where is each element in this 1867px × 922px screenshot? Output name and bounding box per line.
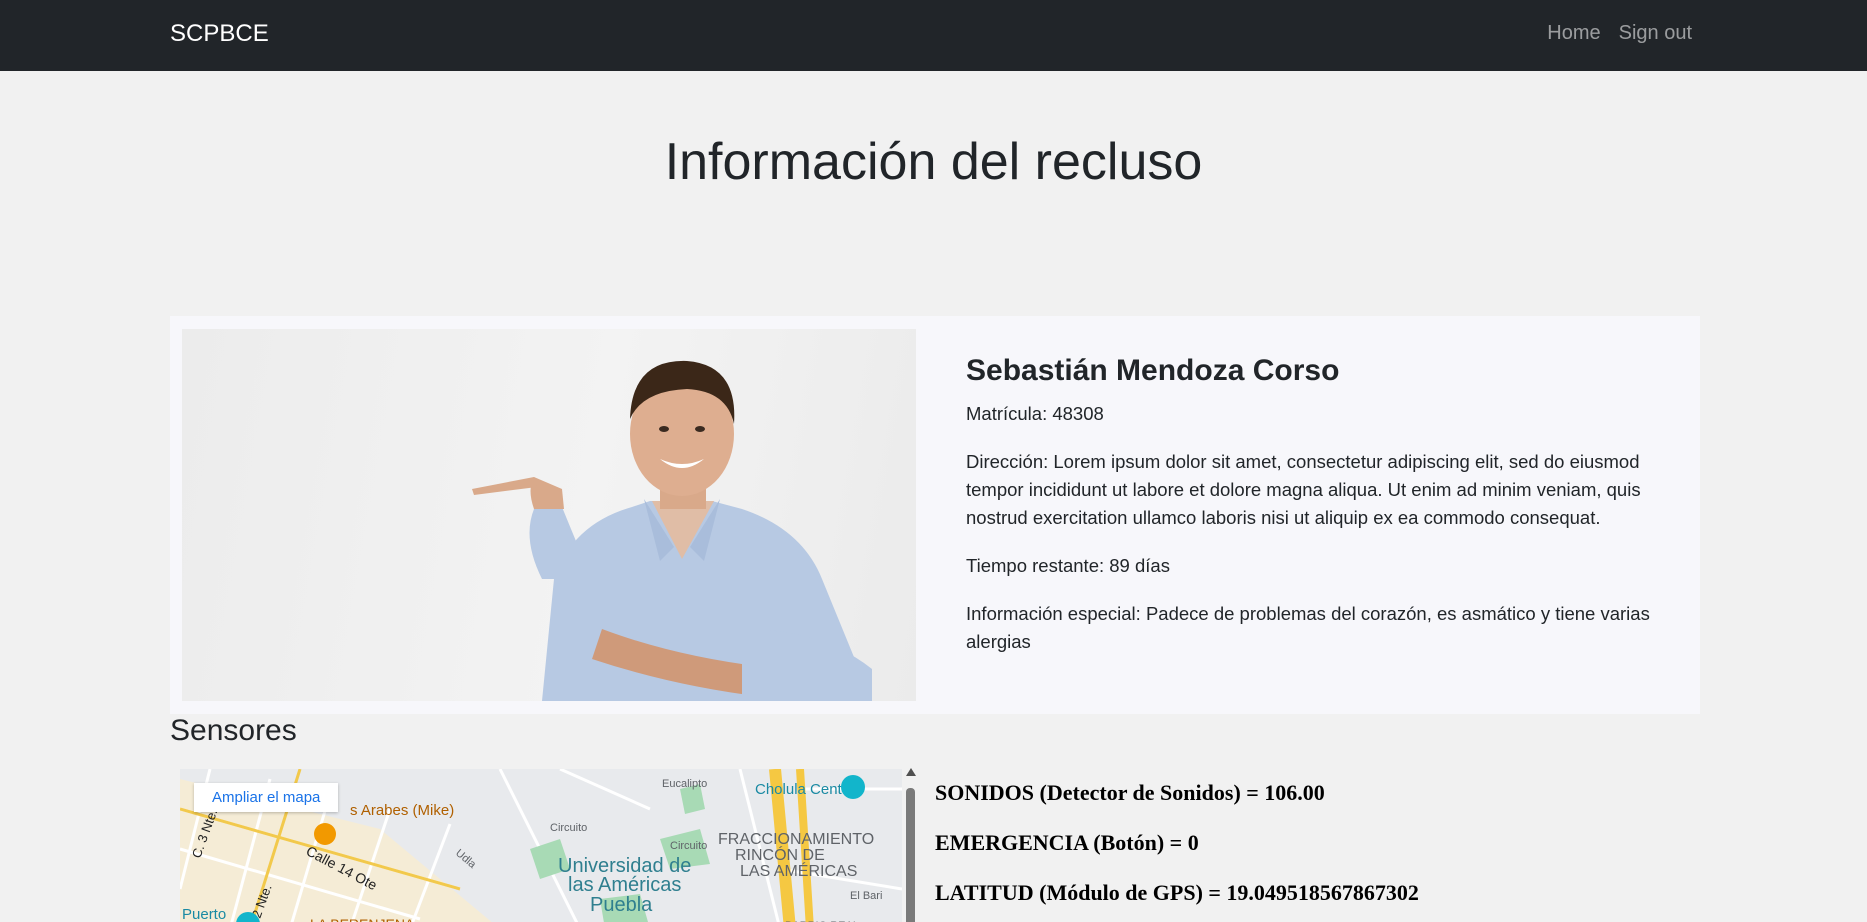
- sensor-reading-emergencia: EMERGENCIA (Botón) = 0: [935, 830, 1199, 855]
- sensors-heading: Sensores: [170, 714, 297, 747]
- inmate-matricula: Matrícula: 48308: [966, 403, 1104, 424]
- svg-text:Circuito: Circuito: [550, 822, 587, 834]
- nav-sign-out-link[interactable]: Sign out: [1619, 22, 1692, 45]
- sensor-readings: SONIDOS (Detector de Sonidos) = 106.00 E…: [935, 780, 1419, 922]
- inmate-informacion-especial: Información especial: Padece de problema…: [966, 603, 1650, 652]
- navbar: SCPBCE Home Sign out: [0, 0, 1867, 71]
- svg-text:LAS AMÉRICAS: LAS AMÉRICAS: [740, 861, 857, 880]
- svg-text:Puebla: Puebla: [590, 894, 653, 916]
- scroll-up-arrow-icon[interactable]: [906, 768, 916, 776]
- inmate-name: Sebastián Mendoza Corso: [966, 354, 1340, 387]
- sensor-reading-sonidos: SONIDOS (Detector de Sonidos) = 106.00: [935, 780, 1325, 805]
- svg-text:El Bari: El Bari: [850, 890, 882, 902]
- inmate-info: Sebastián Mendoza Corso Matrícula: 48308…: [966, 354, 1666, 676]
- svg-text:LA BERENJENA: LA BERENJENA: [310, 916, 415, 922]
- scroll-thumb[interactable]: [906, 788, 915, 922]
- svg-text:Circuito: Circuito: [670, 840, 707, 852]
- brand-logo[interactable]: SCPBCE: [170, 20, 269, 48]
- map-scrollbar[interactable]: [903, 760, 917, 922]
- nav-home-link[interactable]: Home: [1547, 22, 1600, 45]
- svg-text:RINCÓN DE: RINCÓN DE: [735, 845, 825, 864]
- inmate-photo: [182, 329, 916, 701]
- svg-text:FRACCIONAMIENTO: FRACCIONAMIENTO: [718, 831, 874, 848]
- location-map[interactable]: Eucalipto Circuito Circuito Udla El Bari…: [180, 769, 902, 922]
- inmate-tiempo-restante: Tiempo restante: 89 días: [966, 555, 1170, 576]
- nav-links: Home Sign out: [1547, 22, 1692, 45]
- sensor-reading-latitud: LATITUD (Módulo de GPS) = 19.04951856786…: [935, 880, 1419, 905]
- svg-text:Puerto: Puerto: [182, 906, 226, 922]
- svg-text:las Américas: las Américas: [568, 874, 681, 896]
- expand-map-button[interactable]: Ampliar el mapa: [194, 783, 339, 812]
- svg-text:s Arabes (Mike): s Arabes (Mike): [350, 802, 454, 819]
- page-title: Información del recluso: [664, 133, 1203, 191]
- inmate-card: Sebastián Mendoza Corso Matrícula: 48308…: [170, 316, 1700, 714]
- svg-text:Eucalipto: Eucalipto: [662, 778, 707, 790]
- inmate-direccion: Dirección: Lorem ipsum dolor sit amet, c…: [966, 451, 1641, 528]
- svg-text:Cholula Center: Cholula Center: [755, 781, 855, 798]
